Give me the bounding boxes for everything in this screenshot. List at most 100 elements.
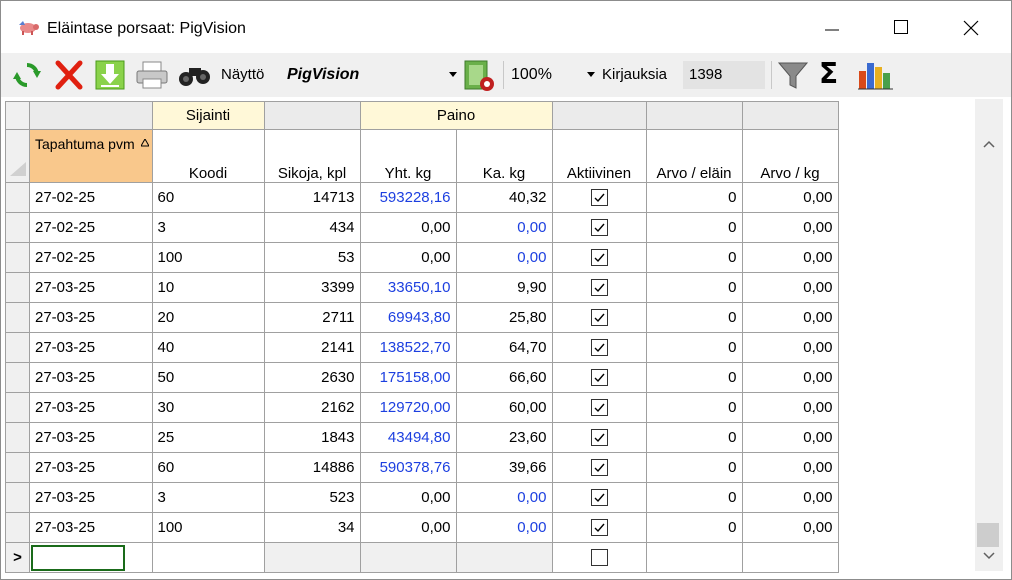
cell-total-kg[interactable]: 69943,80 [359, 302, 457, 333]
column-header-avg-kg[interactable]: Ka. kg [455, 129, 553, 183]
column-header-pigs[interactable]: Sikoja, kpl [263, 129, 361, 183]
cell-avg-kg[interactable]: 39,66 [455, 452, 553, 483]
new-row-active-checkbox[interactable] [590, 549, 608, 567]
table-row[interactable]: 27-03-25 40 2141 138522,70 64,70 0 0,00 [5, 332, 839, 363]
cell-value-per-animal[interactable]: 0 [645, 482, 743, 513]
cell-value-per-animal[interactable]: 0 [645, 422, 743, 453]
cell-active[interactable] [551, 242, 647, 273]
table-row[interactable]: 27-03-25 60 14886 590378,76 39,66 0 0,00 [5, 452, 839, 483]
cell-total-kg[interactable]: 138522,70 [359, 332, 457, 363]
cell-value-per-kg[interactable]: 0,00 [741, 482, 839, 513]
cell-date[interactable]: 27-03-25 [29, 512, 153, 543]
cell-code[interactable]: 10 [151, 272, 265, 303]
new-row-value-per-animal-cell[interactable] [645, 542, 743, 573]
column-header-code[interactable]: Koodi [151, 129, 265, 183]
column-header-value-per-animal[interactable]: Arvo / eläin [645, 129, 743, 183]
cell-avg-kg[interactable]: 66,60 [455, 362, 553, 393]
active-checkbox[interactable] [590, 519, 608, 537]
active-checkbox[interactable] [590, 429, 608, 447]
cell-date[interactable]: 27-02-25 [29, 212, 153, 243]
cell-active[interactable] [551, 332, 647, 363]
new-row-pigs-cell[interactable] [263, 542, 361, 573]
filter-button[interactable] [777, 59, 809, 91]
cell-total-kg[interactable]: 590378,76 [359, 452, 457, 483]
zoom-select[interactable]: 100% [505, 60, 597, 90]
cell-date[interactable]: 27-03-25 [29, 392, 153, 423]
cell-pigs[interactable]: 14886 [263, 452, 361, 483]
cell-pigs[interactable]: 14713 [263, 182, 361, 213]
cell-value-per-animal[interactable]: 0 [645, 242, 743, 273]
cell-value-per-animal[interactable]: 0 [645, 392, 743, 423]
active-checkbox[interactable] [590, 399, 608, 417]
scroll-thumb[interactable] [977, 523, 999, 547]
cell-code[interactable]: 30 [151, 392, 265, 423]
active-checkbox[interactable] [590, 279, 608, 297]
cell-code[interactable]: 3 [151, 482, 265, 513]
cell-total-kg[interactable]: 0,00 [359, 482, 457, 513]
active-checkbox[interactable] [590, 489, 608, 507]
table-row[interactable]: 27-03-25 20 2711 69943,80 25,80 0 0,00 [5, 302, 839, 333]
close-button[interactable] [947, 1, 993, 51]
column-header-total-kg[interactable]: Yht. kg [359, 129, 457, 183]
cell-active[interactable] [551, 212, 647, 243]
cell-value-per-kg[interactable]: 0,00 [741, 272, 839, 303]
table-row[interactable]: 27-03-25 3 523 0,00 0,00 0 0,00 [5, 482, 839, 513]
cell-active[interactable] [551, 392, 647, 423]
cell-value-per-kg[interactable]: 0,00 [741, 182, 839, 213]
maximize-button[interactable] [878, 1, 924, 51]
row-header[interactable] [5, 392, 30, 423]
cell-date[interactable]: 27-02-25 [29, 242, 153, 273]
cell-avg-kg[interactable]: 60,00 [455, 392, 553, 423]
new-row-code-cell[interactable] [151, 542, 265, 573]
cell-active[interactable] [551, 512, 647, 543]
cell-code[interactable]: 25 [151, 422, 265, 453]
cell-total-kg[interactable]: 0,00 [359, 242, 457, 273]
cell-code[interactable]: 3 [151, 212, 265, 243]
row-header[interactable] [5, 482, 30, 513]
cell-value-per-animal[interactable]: 0 [645, 332, 743, 363]
row-header[interactable] [5, 332, 30, 363]
table-row[interactable]: 27-03-25 10 3399 33650,10 9,90 0 0,00 [5, 272, 839, 303]
table-row[interactable]: 27-02-25 100 53 0,00 0,00 0 0,00 [5, 242, 839, 273]
new-row-total-kg-cell[interactable] [359, 542, 457, 573]
row-header[interactable] [5, 422, 30, 453]
cell-value-per-animal[interactable]: 0 [645, 182, 743, 213]
cell-avg-kg[interactable]: 0,00 [455, 482, 553, 513]
table-row[interactable]: 27-03-25 50 2630 175158,00 66,60 0 0,00 [5, 362, 839, 393]
row-header[interactable] [5, 512, 30, 543]
minimize-button[interactable] [809, 1, 855, 51]
cell-code[interactable]: 20 [151, 302, 265, 333]
cell-code[interactable]: 50 [151, 362, 265, 393]
cell-pigs[interactable]: 2162 [263, 392, 361, 423]
cell-date[interactable]: 27-02-25 [29, 182, 153, 213]
cell-avg-kg[interactable]: 9,90 [455, 272, 553, 303]
row-header[interactable] [5, 242, 30, 273]
table-row[interactable]: 27-02-25 60 14713 593228,16 40,32 0 0,00 [5, 182, 839, 213]
cell-avg-kg[interactable]: 0,00 [455, 242, 553, 273]
import-button[interactable] [95, 59, 125, 91]
cell-active[interactable] [551, 482, 647, 513]
chart-button[interactable] [857, 59, 895, 91]
cell-active[interactable] [551, 272, 647, 303]
cell-total-kg[interactable]: 0,00 [359, 512, 457, 543]
column-header-date[interactable]: Tapahtuma pvm [29, 129, 153, 183]
row-header[interactable] [5, 452, 30, 483]
cell-pigs[interactable]: 3399 [263, 272, 361, 303]
table-row[interactable]: 27-03-25 25 1843 43494,80 23,60 0 0,00 [5, 422, 839, 453]
new-row-date-cell[interactable] [29, 542, 153, 573]
cell-value-per-animal[interactable]: 0 [645, 212, 743, 243]
cell-pigs[interactable]: 434 [263, 212, 361, 243]
cell-active[interactable] [551, 362, 647, 393]
cell-avg-kg[interactable]: 0,00 [455, 512, 553, 543]
cell-value-per-animal[interactable]: 0 [645, 272, 743, 303]
cell-avg-kg[interactable]: 0,00 [455, 212, 553, 243]
cell-value-per-kg[interactable]: 0,00 [741, 392, 839, 423]
cell-value-per-animal[interactable]: 0 [645, 362, 743, 393]
cell-value-per-kg[interactable]: 0,00 [741, 242, 839, 273]
active-checkbox[interactable] [590, 369, 608, 387]
row-header[interactable] [5, 212, 30, 243]
row-header[interactable] [5, 182, 30, 213]
cell-value-per-kg[interactable]: 0,00 [741, 212, 839, 243]
column-header-value-per-kg[interactable]: Arvo / kg [741, 129, 839, 183]
refresh-button[interactable] [11, 59, 43, 91]
